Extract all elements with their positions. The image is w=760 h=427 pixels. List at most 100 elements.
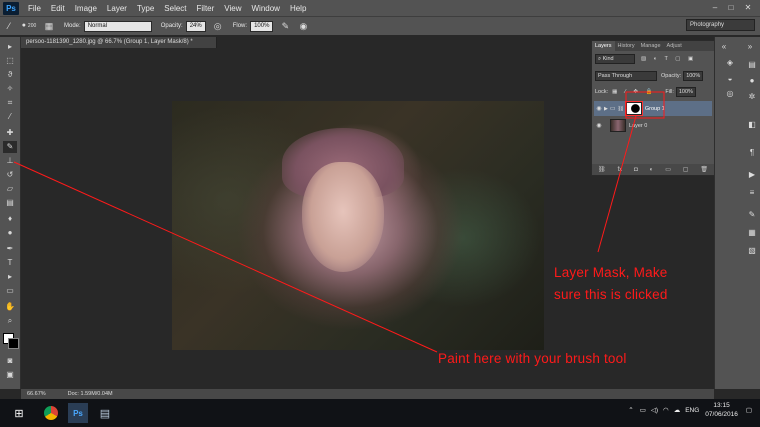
healing-brush-tool-icon[interactable]: ✚	[3, 127, 17, 139]
layer-mask-thumbnail[interactable]	[624, 101, 643, 116]
lock-icons[interactable]: ▦ ⁄ ✥ 🔒	[612, 89, 655, 95]
brush-preset-icon[interactable]: ⁄	[3, 20, 15, 32]
chrome-icon[interactable]	[40, 402, 62, 424]
actions-panel-icon[interactable]: ▶	[745, 169, 759, 181]
clone-source-icon[interactable]: ▧	[745, 245, 759, 257]
swatches-panel-icon[interactable]: ●	[745, 75, 759, 87]
filter-icons[interactable]: ▨ ◐ T ▢ ▣	[641, 56, 696, 62]
history-brush-tool-icon[interactable]: ↺	[3, 169, 17, 181]
link-icon[interactable]: ⛓	[618, 106, 624, 112]
expand-triangle-icon[interactable]: ▶	[604, 106, 608, 112]
menu-edit[interactable]: Edit	[46, 4, 70, 13]
character-panel-icon[interactable]: ≡	[745, 187, 759, 199]
crop-tool-icon[interactable]: ⌗	[3, 97, 17, 109]
tool-presets-icon[interactable]: ▦	[745, 227, 759, 239]
workspace-switcher[interactable]: Photography	[686, 19, 755, 31]
trash-icon[interactable]: 🗑	[700, 166, 708, 173]
document-tab[interactable]: persoo-1181390_1280.jpg @ 66.7% (Group 1…	[21, 37, 217, 48]
styles-panel-icon[interactable]: ✲	[745, 91, 759, 103]
flow-field[interactable]: 100%	[250, 20, 274, 32]
fill-field[interactable]: 100%	[675, 87, 696, 97]
color-panel-icon[interactable]: ◒	[719, 73, 741, 85]
brush-tool-icon[interactable]: ✎	[3, 141, 17, 153]
clock[interactable]: 13:15 07/06/2016	[705, 401, 738, 419]
dodge-tool-icon[interactable]: ●	[3, 227, 17, 239]
menu-layer[interactable]: Layer	[102, 4, 132, 13]
brush-presets-icon[interactable]: ✎	[745, 209, 759, 221]
pressure-size-icon[interactable]: ◉	[297, 20, 309, 32]
windows-start-icon[interactable]: ⊞	[8, 402, 30, 424]
menu-window[interactable]: Window	[247, 4, 285, 13]
paragraph-panel-icon[interactable]: ¶	[745, 147, 759, 159]
info-panel-icon[interactable]: ◧	[745, 119, 759, 131]
tab-adjust[interactable]: Adjust	[664, 41, 685, 51]
lasso-tool-icon[interactable]: ϑ	[3, 69, 17, 81]
blend-mode-select[interactable]: Pass Through	[595, 71, 657, 81]
maximize-button[interactable]: □	[724, 2, 738, 13]
zoom-level[interactable]: 66.67%	[21, 389, 52, 399]
visibility-eye-icon[interactable]: ◉	[594, 105, 604, 112]
notifications-icon[interactable]: ▢	[746, 406, 752, 414]
visibility-eye-icon[interactable]: ◉	[594, 122, 604, 129]
path-select-tool-icon[interactable]: ▸	[3, 271, 17, 283]
move-tool-icon[interactable]: ▸	[3, 41, 17, 53]
add-mask-icon[interactable]: ◘	[634, 167, 638, 173]
gradient-tool-icon[interactable]: ▤	[3, 197, 17, 209]
hand-tool-icon[interactable]: ✋	[3, 301, 17, 313]
quick-mask-icon[interactable]: ◙	[3, 355, 17, 367]
language-indicator[interactable]: ENG	[685, 407, 699, 414]
layer-row-layer0[interactable]: ◉ Layer 0	[594, 118, 712, 133]
layers-panel-icon[interactable]: ◈	[719, 57, 741, 69]
type-tool-icon[interactable]: T	[3, 257, 17, 269]
volume-icon[interactable]: ◁)	[651, 406, 658, 414]
airbrush-icon[interactable]: ✎	[279, 20, 291, 32]
mode-select[interactable]: Normal	[83, 20, 152, 32]
menu-type[interactable]: Type	[132, 4, 159, 13]
opacity-field[interactable]: 24%	[185, 20, 206, 32]
pen-tool-icon[interactable]: ✒	[3, 243, 17, 255]
photoshop-taskbar-icon[interactable]: Ps	[68, 403, 88, 423]
collapse-arrows-icon[interactable]: «	[717, 41, 731, 53]
screen-mode-icon[interactable]: ▣	[3, 369, 17, 381]
brush-size-indicator[interactable]: ● 200	[21, 20, 37, 32]
marquee-tool-icon[interactable]: ⬚	[3, 55, 17, 67]
menu-select[interactable]: Select	[159, 4, 191, 13]
menu-help[interactable]: Help	[285, 4, 311, 13]
menu-filter[interactable]: Filter	[192, 4, 220, 13]
zoom-tool-icon[interactable]: ⌕	[3, 315, 17, 327]
eyedropper-tool-icon[interactable]: ⁄	[3, 111, 17, 123]
doc-size[interactable]: Doc: 1.59M/0.04M	[52, 389, 129, 399]
tab-history[interactable]: History	[615, 41, 638, 51]
fx-icon[interactable]: fx	[618, 167, 623, 173]
file-explorer-icon[interactable]: ▤	[94, 402, 116, 424]
adjustments-panel-icon[interactable]: ◎	[719, 88, 741, 100]
battery-icon[interactable]: ▭	[640, 406, 646, 414]
menu-file[interactable]: File	[23, 4, 46, 13]
eraser-tool-icon[interactable]: ▱	[3, 183, 17, 195]
wifi-icon[interactable]: ◠	[663, 406, 669, 414]
quick-select-tool-icon[interactable]: ✧	[3, 83, 17, 95]
background-color-swatch[interactable]	[8, 338, 19, 349]
pressure-opacity-icon[interactable]: ◎	[212, 20, 224, 32]
blur-tool-icon[interactable]: ♦	[3, 213, 17, 225]
minimize-button[interactable]: –	[708, 2, 722, 13]
tray-chevron-icon[interactable]: ⌃	[628, 406, 633, 414]
menu-view[interactable]: View	[219, 4, 246, 13]
collapse-arrows-icon[interactable]: »	[743, 41, 757, 53]
adjustment-layer-icon[interactable]: ◐	[650, 167, 654, 173]
tab-layers[interactable]: Layers	[592, 41, 615, 51]
new-group-icon[interactable]: ▭	[665, 166, 671, 173]
tab-manage[interactable]: Manage	[638, 41, 664, 51]
layer-row-group[interactable]: ◉ ▶ ▭ ⛓ Group 1	[594, 101, 712, 116]
clone-stamp-tool-icon[interactable]: ⊥	[3, 155, 17, 167]
onedrive-icon[interactable]: ☁	[674, 406, 681, 414]
brush-panel-icon[interactable]: ▦	[43, 20, 55, 32]
history-panel-icon[interactable]: ▤	[745, 59, 759, 71]
layer-opacity-field[interactable]: 100%	[683, 71, 704, 81]
menu-image[interactable]: Image	[70, 4, 102, 13]
shape-tool-icon[interactable]: ▭	[3, 285, 17, 297]
kind-filter-select[interactable]: ⌕ Kind	[595, 54, 635, 64]
new-layer-icon[interactable]: ▢	[683, 166, 689, 173]
link-layers-icon[interactable]: ⛓	[598, 166, 606, 173]
close-button[interactable]: ✕	[741, 2, 755, 13]
